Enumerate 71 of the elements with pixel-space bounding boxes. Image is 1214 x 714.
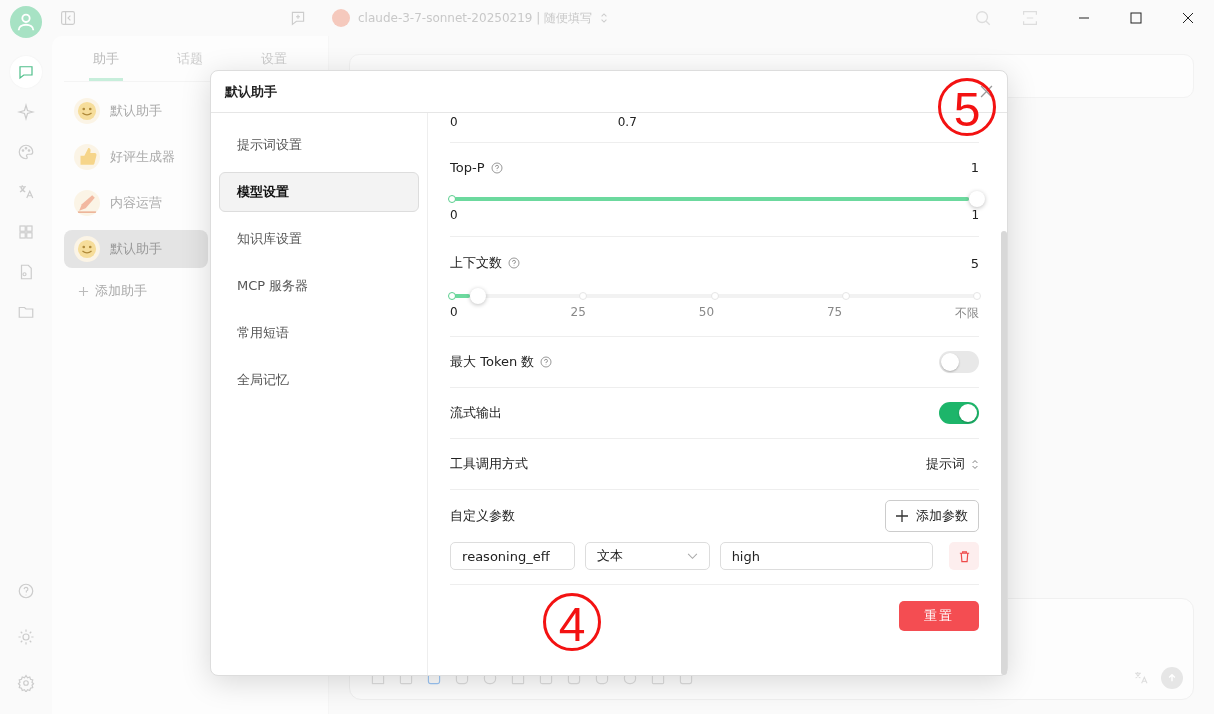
help-icon[interactable] [508, 257, 521, 269]
slider-tick-label: 0 [450, 208, 458, 222]
new-topic-icon[interactable] [290, 10, 306, 26]
add-parameter-button[interactable]: 添加参数 [885, 500, 980, 532]
translate-icon[interactable] [1133, 670, 1149, 686]
model-logo-icon [332, 9, 350, 27]
sun-icon[interactable] [17, 628, 35, 646]
param-name-field[interactable]: reasoning_eff [450, 542, 575, 570]
slider-value: 1 [970, 160, 980, 175]
callout-number: 5 [938, 78, 996, 136]
slider-tick-label: 50 [698, 305, 715, 321]
slider-thumb[interactable] [969, 191, 986, 207]
setting-label: 流式输出 [450, 404, 503, 422]
assistant-name: 好评生成器 [110, 148, 175, 166]
close-icon[interactable] [1182, 12, 1194, 24]
scrollbar[interactable] [1001, 231, 1007, 675]
slider-tick-label: 不限 [955, 305, 980, 322]
plus-icon [78, 285, 89, 297]
settings-nav-item[interactable]: 提示词设置 [219, 125, 420, 165]
slider-tick-label: 0 [450, 114, 458, 130]
help-icon[interactable] [17, 582, 35, 600]
maximize-icon[interactable] [1130, 12, 1142, 24]
smile-avatar-icon [74, 236, 100, 262]
toggle-switch[interactable] [939, 351, 980, 373]
assistant-name: 默认助手 [110, 240, 162, 258]
chat-icon[interactable] [10, 56, 42, 88]
help-icon[interactable] [540, 356, 553, 368]
slider-step-dot [448, 195, 457, 203]
dialog-title: 默认助手 [225, 82, 277, 101]
sidebar-toggle-icon[interactable] [60, 10, 76, 26]
slider-tick-label: 0.7 [617, 114, 637, 130]
settings-nav-item[interactable]: 模型设置 [219, 172, 420, 212]
settings-icon[interactable] [17, 674, 35, 692]
settings-nav-item[interactable]: 全局记忆 [219, 360, 420, 400]
slider-step-dot [448, 292, 457, 300]
search-icon[interactable] [974, 9, 992, 27]
assistant-name: 内容运营 [110, 194, 162, 212]
delete-button[interactable] [949, 542, 980, 570]
help-icon[interactable] [490, 161, 503, 174]
setting-label: Top-P [450, 160, 485, 175]
param-type-select[interactable]: 文本 [584, 542, 710, 570]
settings-nav-item[interactable]: 知识库设置 [219, 219, 420, 259]
smile-avatar-icon [74, 98, 100, 124]
thumb-avatar-icon [74, 144, 100, 170]
slider-value: 5 [970, 255, 980, 271]
callout-number: 4 [543, 593, 601, 651]
chevron-down-icon [686, 552, 698, 560]
fit-screen-icon[interactable] [1022, 10, 1038, 26]
trash-icon [957, 549, 971, 563]
assistant-name: 默认助手 [110, 102, 162, 120]
user-avatar[interactable] [10, 6, 42, 38]
slider-tick-label: 75 [826, 305, 843, 321]
chevron-updown-icon [600, 12, 609, 24]
slider-tick-label: 0 [450, 305, 458, 321]
settings-nav-item[interactable]: 常用短语 [219, 313, 420, 353]
param-value-field[interactable]: high [719, 542, 934, 570]
setting-label: 上下文数 [450, 254, 503, 272]
settings-nav-item[interactable]: MCP 服务器 [219, 266, 420, 306]
slider-tick-label: 1 [971, 208, 980, 222]
pen-avatar-icon [74, 190, 100, 216]
slider-thumb[interactable] [470, 288, 487, 304]
send-button[interactable] [1161, 667, 1183, 689]
chevron-updown-icon [971, 458, 980, 470]
arrow-up-icon [1167, 673, 1177, 683]
setting-label: 工具调用方式 [450, 455, 529, 473]
setting-label: 最大 Token 数 [450, 353, 535, 371]
toggle-switch[interactable] [939, 402, 980, 424]
plus-icon [896, 510, 909, 522]
setting-label: 自定义参数 [450, 507, 516, 525]
slider-tick-label: 25 [570, 305, 586, 321]
tool-mode-select[interactable]: 提示词 [926, 455, 980, 473]
